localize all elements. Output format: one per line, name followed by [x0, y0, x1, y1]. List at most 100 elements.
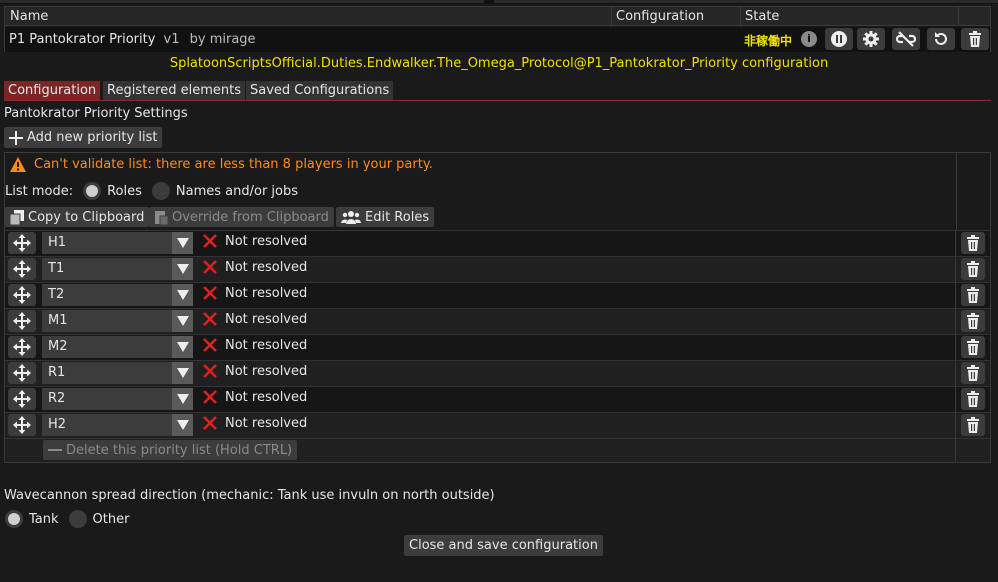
pause-button[interactable]: [825, 28, 853, 50]
role-select[interactable]: R2: [42, 388, 193, 410]
move-icon: [13, 364, 31, 382]
chevron-down-icon[interactable]: [172, 258, 193, 280]
settings-button[interactable]: [857, 28, 885, 50]
wavecannon-tank-radio[interactable]: [5, 510, 23, 528]
list-mode-group: List mode: Roles Names and/or jobs: [5, 182, 298, 200]
row-column-divider: [955, 230, 956, 256]
drag-handle-button[interactable]: [8, 414, 36, 436]
unlink-icon: [896, 31, 916, 47]
priority-row: M1 Not resolved: [5, 308, 990, 334]
wavecannon-label: Wavecannon spread direction (mechanic: T…: [4, 488, 495, 503]
wavecannon-tank-label[interactable]: Tank: [29, 512, 59, 527]
role-select[interactable]: H2: [42, 414, 193, 436]
role-select-value: R1: [48, 365, 66, 380]
row-divider: [5, 412, 990, 413]
resolve-status: Not resolved: [225, 234, 308, 249]
script-row[interactable]: P1 Pantokrator Priority v1 by mirage 非稼働…: [5, 27, 990, 52]
drag-handle-button[interactable]: [8, 388, 36, 410]
validation-warning: Can't validate list: there are less than…: [10, 157, 433, 172]
users-icon: [341, 211, 361, 224]
copy-to-clipboard-button[interactable]: Copy to Clipboard: [5, 207, 150, 227]
delete-row-button[interactable]: [961, 258, 985, 280]
row-divider: [5, 256, 990, 257]
trash-icon: [967, 339, 979, 355]
add-priority-list-button[interactable]: Add new priority list: [4, 127, 163, 148]
row-column-divider: [955, 386, 956, 412]
edit-roles-button[interactable]: Edit Roles: [336, 207, 435, 227]
add-priority-list-label: Add new priority list: [27, 130, 158, 145]
reload-button[interactable]: [927, 28, 955, 50]
role-select[interactable]: T1: [42, 258, 193, 280]
delete-priority-list-label: Delete this priority list (Hold CTRL): [66, 442, 293, 458]
delete-row-button[interactable]: [961, 232, 985, 254]
override-from-clipboard-button[interactable]: Override from Clipboard: [149, 207, 334, 227]
chevron-down-icon[interactable]: [172, 414, 193, 436]
priority-row: M2 Not resolved: [5, 334, 990, 360]
trash-icon: [967, 261, 979, 277]
row-divider: [5, 308, 990, 309]
tab-registered-elements[interactable]: Registered elements: [103, 81, 245, 100]
chevron-down-icon[interactable]: [172, 388, 193, 410]
trash-icon: [967, 287, 979, 303]
list-mode-roles-label[interactable]: Roles: [107, 184, 142, 199]
delete-row-button[interactable]: [961, 336, 985, 358]
drag-handle-button[interactable]: [8, 310, 36, 332]
close-and-save-button[interactable]: Close and save configuration: [404, 535, 603, 556]
drag-handle-button[interactable]: [8, 284, 36, 306]
move-icon: [13, 312, 31, 330]
info-icon[interactable]: i: [801, 31, 817, 47]
role-select[interactable]: T2: [42, 284, 193, 306]
chevron-down-icon[interactable]: [172, 362, 193, 384]
row-divider: [5, 230, 990, 231]
unlink-button[interactable]: [892, 28, 920, 50]
delete-priority-list-button[interactable]: Delete this priority list (Hold CTRL): [43, 440, 298, 460]
chevron-down-icon[interactable]: [172, 336, 193, 358]
resolve-status: Not resolved: [225, 390, 308, 405]
close-and-save-label: Close and save configuration: [409, 538, 598, 553]
drag-handle-button[interactable]: [8, 362, 36, 384]
script-table-header: Name Configuration State: [5, 7, 990, 26]
configuration-title: SplatoonScriptsOfficial.Duties.Endwalker…: [169, 56, 829, 71]
warning-text: Can't validate list: there are less than…: [34, 157, 433, 172]
delete-row-button[interactable]: [961, 310, 985, 332]
chevron-down-icon[interactable]: [172, 232, 193, 254]
delete-row-button[interactable]: [961, 414, 985, 436]
list-mode-names-label[interactable]: Names and/or jobs: [176, 184, 298, 199]
chevron-down-icon[interactable]: [172, 284, 193, 306]
delete-row-button[interactable]: [961, 388, 985, 410]
reload-icon: [935, 32, 947, 45]
role-select-value: M2: [48, 339, 68, 354]
error-x-icon: [203, 364, 217, 378]
role-select[interactable]: M2: [42, 336, 193, 358]
drag-handle-button[interactable]: [8, 258, 36, 280]
delete-row-button[interactable]: [961, 362, 985, 384]
role-select-value: R2: [48, 391, 66, 406]
col-header-configuration: Configuration: [616, 9, 705, 24]
wavecannon-other-radio[interactable]: [68, 510, 87, 528]
row-column-divider: [955, 438, 956, 462]
role-select[interactable]: M1: [42, 310, 193, 332]
wavecannon-group: Tank Other: [5, 510, 129, 528]
script-author: by mirage: [189, 32, 256, 47]
error-x-icon: [203, 286, 217, 300]
role-select[interactable]: H1: [42, 232, 193, 254]
list-mode-roles-radio[interactable]: [83, 182, 102, 200]
role-select[interactable]: R1: [42, 362, 193, 384]
role-select-value: H2: [48, 417, 67, 432]
delete-script-button[interactable]: [961, 28, 989, 50]
tab-saved-configurations[interactable]: Saved Configurations: [246, 81, 394, 100]
delete-row-button[interactable]: [961, 284, 985, 306]
role-select-value: T1: [48, 261, 65, 276]
trash-icon: [967, 391, 979, 407]
role-select-value: M1: [48, 313, 68, 328]
priority-row: T1 Not resolved: [5, 256, 990, 282]
plus-icon: [9, 130, 23, 145]
tab-configuration[interactable]: Configuration: [4, 81, 101, 100]
chevron-down-icon[interactable]: [172, 310, 193, 332]
priority-row: R1 Not resolved: [5, 360, 990, 386]
drag-handle-button[interactable]: [8, 232, 36, 254]
resolve-status: Not resolved: [225, 260, 308, 275]
wavecannon-other-label[interactable]: Other: [93, 512, 130, 527]
list-mode-names-radio[interactable]: [151, 182, 170, 200]
drag-handle-button[interactable]: [8, 336, 36, 358]
